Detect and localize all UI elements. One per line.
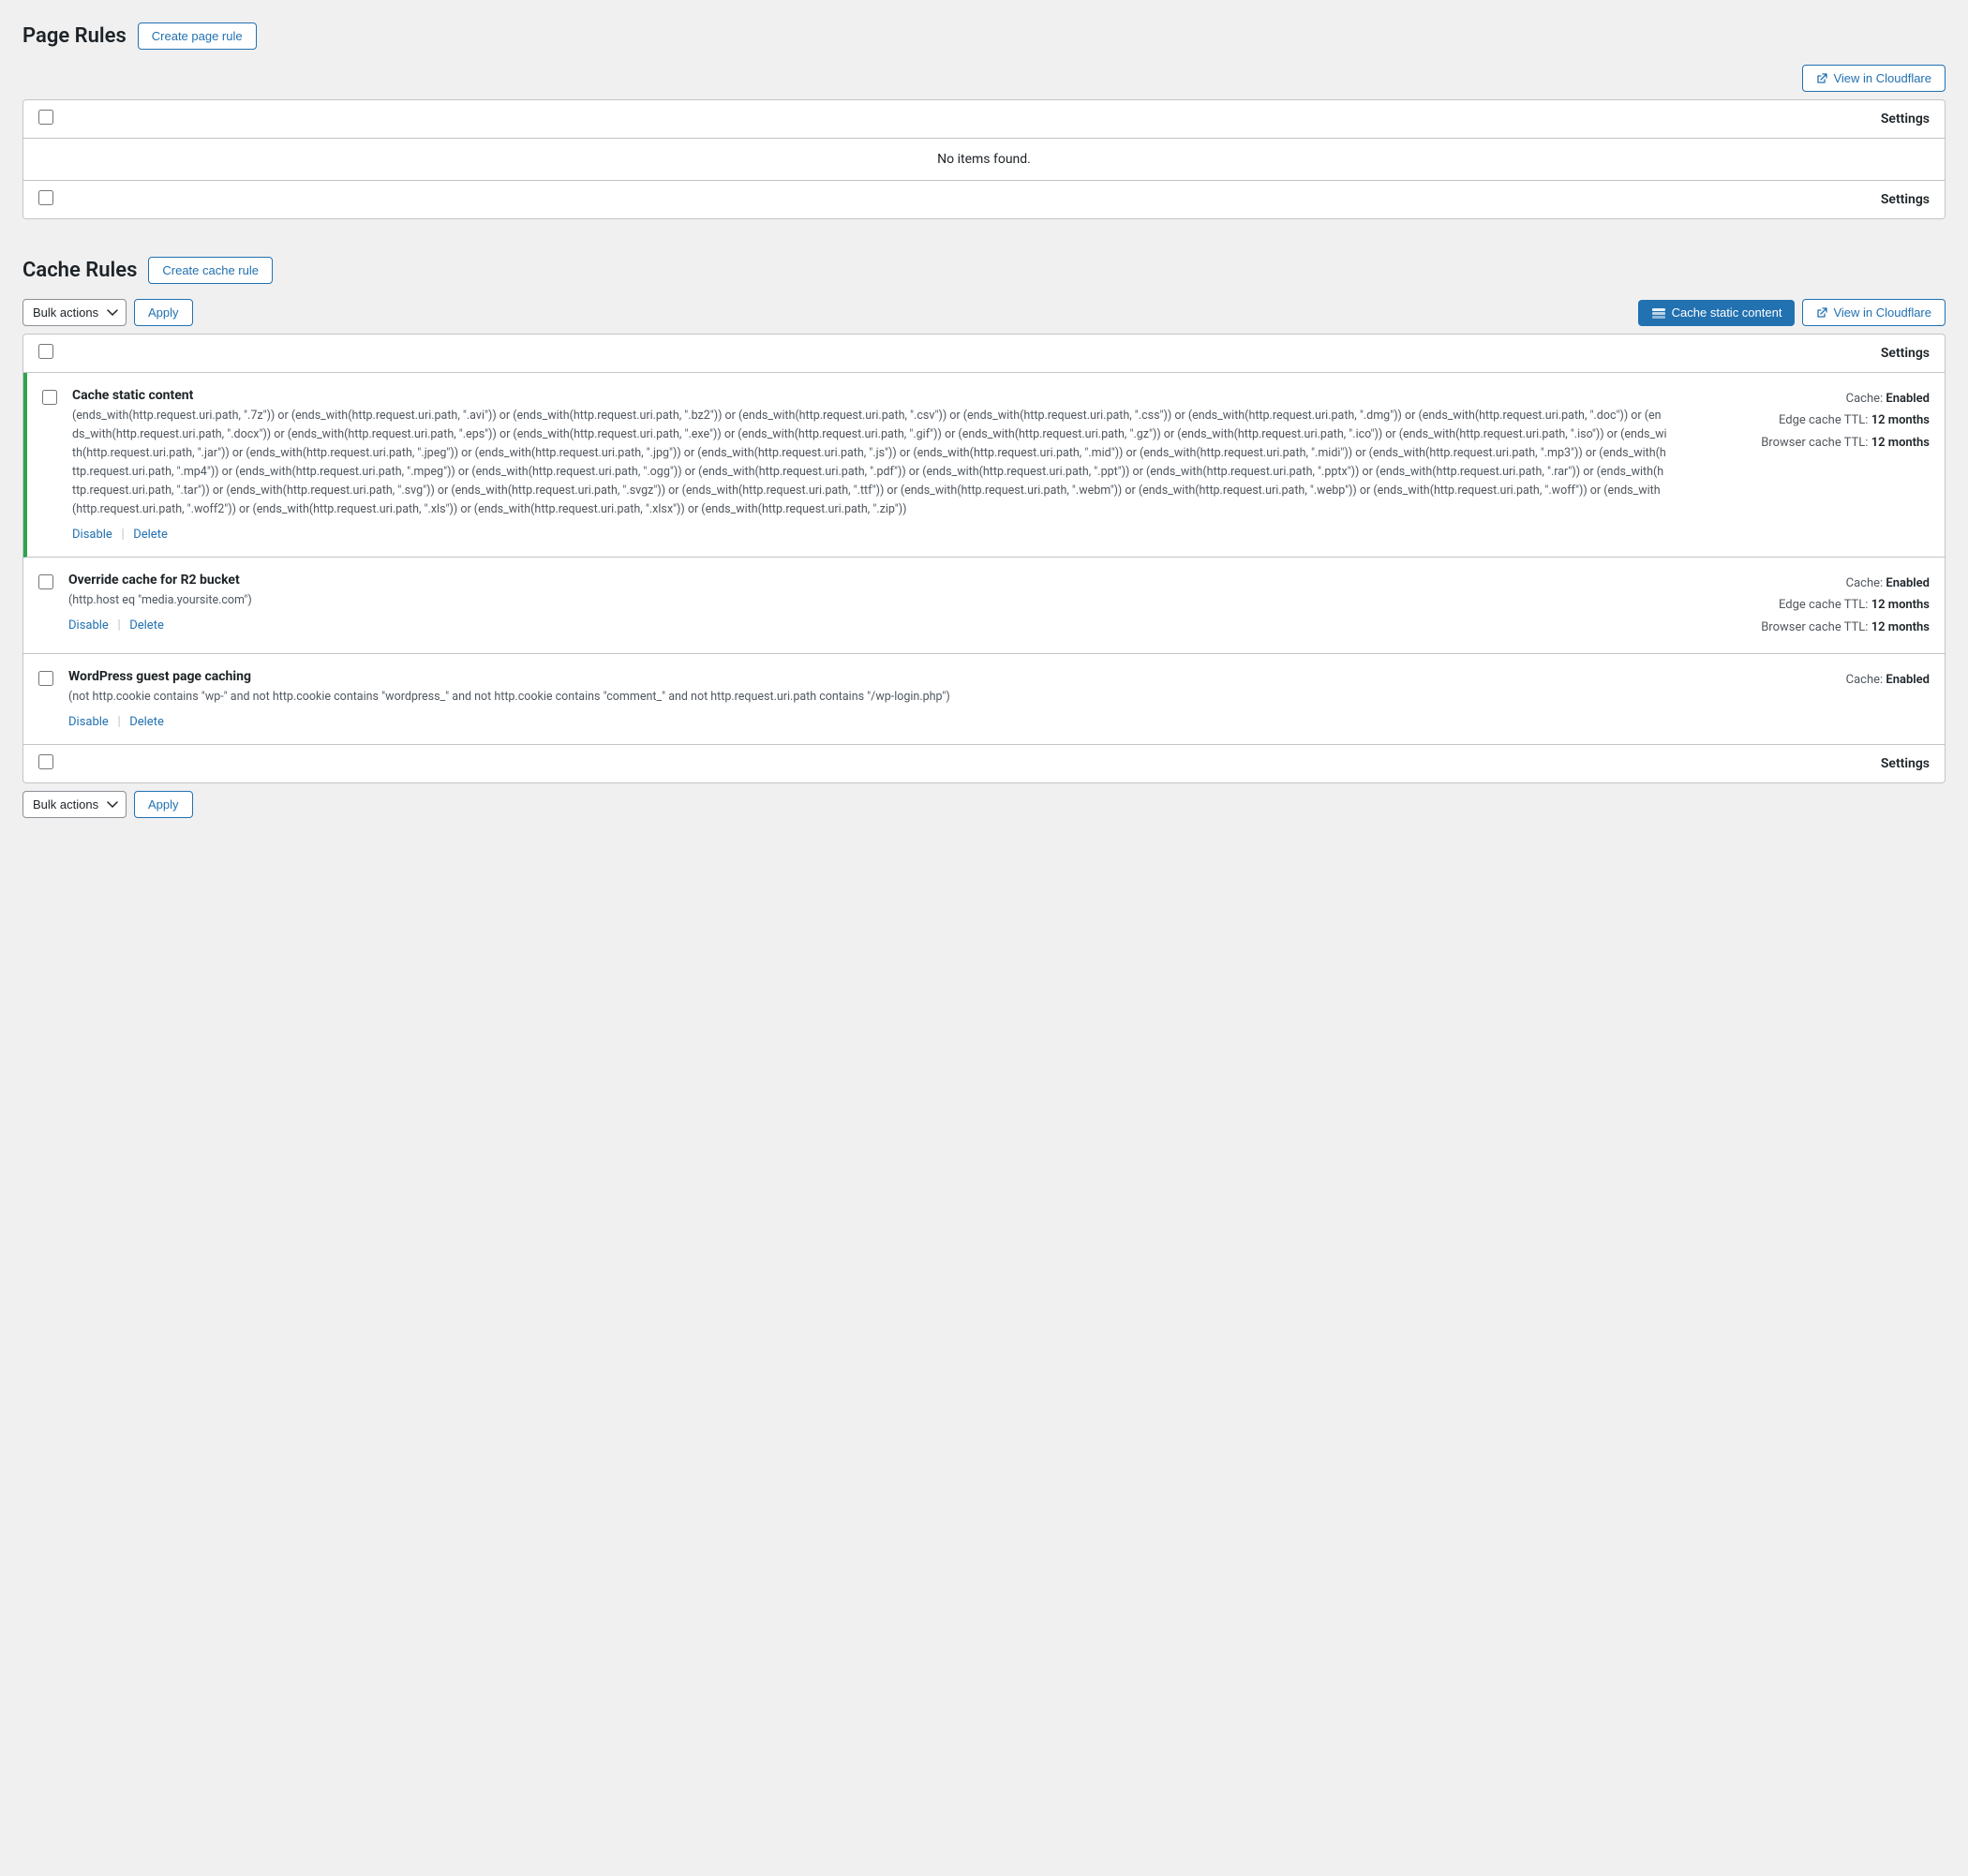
page-rules-table: Settings No items found. Settings [22, 99, 1946, 219]
cache-rules-section: Cache Rules Create cache rule Bulk actio… [22, 257, 1946, 818]
delete-link-2[interactable]: Delete [129, 715, 164, 729]
disable-link-0[interactable]: Disable [72, 528, 112, 542]
cache-rules-select-all-top[interactable] [38, 344, 53, 359]
bulk-actions-select-bottom[interactable]: Bulk actions [22, 791, 127, 818]
cache-rule-meta-2: Cache: Enabled [1667, 669, 1930, 691]
cache-rule-actions-2: Disable | Delete [68, 714, 1667, 729]
delete-link-0[interactable]: Delete [133, 528, 168, 542]
page-rules-settings-footer: Settings [68, 192, 1930, 207]
disable-link-2[interactable]: Disable [68, 715, 109, 729]
disable-link-1[interactable]: Disable [68, 618, 109, 633]
cache-rules-settings-header: Settings [68, 346, 1930, 361]
create-page-rule-button[interactable]: Create page rule [138, 22, 257, 50]
cache-rules-header: Cache Rules Create cache rule [22, 257, 1946, 284]
cache-rules-toolbar-top: Bulk actions Apply Cache static content … [22, 299, 1946, 326]
cache-rules-table: Settings Cache static content (ends_with… [22, 334, 1946, 783]
page-rules-empty-message: No items found. [23, 139, 1945, 181]
cache-rules-settings-footer: Settings [68, 756, 1930, 771]
cache-rule-content-2: WordPress guest page caching (not http.c… [68, 669, 1667, 729]
cache-rule-meta-1: Cache: Enabled Edge cache TTL: 12 months… [1667, 573, 1930, 638]
external-link-icon-cache [1816, 307, 1827, 319]
cache-rule-meta-0: Cache: Enabled Edge cache TTL: 12 months… [1667, 388, 1930, 454]
cache-rule-item-cache-static-content: Cache static content (ends_with(http.req… [23, 373, 1945, 558]
delete-link-1[interactable]: Delete [129, 618, 164, 633]
cache-rule-checkbox-1[interactable] [38, 574, 53, 589]
cache-rules-view-cloudflare-button[interactable]: View in Cloudflare [1802, 299, 1946, 326]
cache-rule-conditions-2: (not http.cookie contains "wp-" and not … [68, 688, 1667, 707]
cache-rule-conditions-1: (http.host eq "media.yoursite.com") [68, 591, 1667, 610]
page-rules-section: Page Rules Create page rule View in Clou… [22, 22, 1946, 219]
create-cache-rule-button[interactable]: Create cache rule [148, 257, 273, 284]
cache-rules-table-header: Settings [23, 335, 1945, 373]
cache-static-content-button[interactable]: Cache static content [1638, 300, 1796, 326]
cache-rule-title-0: Cache static content [72, 388, 1667, 403]
toolbar-left-bottom: Bulk actions Apply [22, 791, 193, 818]
cache-rules-toolbar-bottom: Bulk actions Apply [22, 791, 1946, 818]
cache-rule-title-1: Override cache for R2 bucket [68, 573, 1667, 588]
page-rules-header: Page Rules Create page rule [22, 22, 1946, 50]
page-rules-table-header: Settings [23, 100, 1945, 139]
cache-rule-content-0: Cache static content (ends_with(http.req… [72, 388, 1667, 542]
cache-rule-conditions-0: (ends_with(http.request.uri.path, ".7z")… [72, 407, 1667, 519]
apply-button-bottom[interactable]: Apply [134, 791, 193, 818]
cache-rule-actions-0: Disable | Delete [72, 527, 1667, 542]
cache-rule-item-override-r2: Override cache for R2 bucket (http.host … [23, 558, 1945, 654]
apply-button-top[interactable]: Apply [134, 299, 193, 326]
cache-rule-title-2: WordPress guest page caching [68, 669, 1667, 684]
external-link-icon [1816, 73, 1827, 84]
cache-rule-checkbox-2[interactable] [38, 671, 53, 686]
cache-rule-content-1: Override cache for R2 bucket (http.host … [68, 573, 1667, 633]
page-rules-select-all-top[interactable] [38, 110, 53, 125]
stack-icon [1651, 305, 1666, 320]
page-rules-view-cloudflare-button[interactable]: View in Cloudflare [1802, 65, 1946, 92]
page-rules-title: Page Rules [22, 24, 127, 48]
page-rules-select-all-bottom[interactable] [38, 190, 53, 205]
cache-rules-title: Cache Rules [22, 259, 137, 282]
cache-rules-table-footer: Settings [23, 745, 1945, 782]
page-rules-settings-header: Settings [68, 112, 1930, 127]
toolbar-left-top: Bulk actions Apply [22, 299, 193, 326]
toolbar-right-top: Cache static content View in Cloudflare [1638, 299, 1946, 326]
cache-rule-checkbox-0[interactable] [42, 390, 57, 405]
cache-rule-item-wordpress-guest: WordPress guest page caching (not http.c… [23, 654, 1945, 745]
bulk-actions-select-top[interactable]: Bulk actions [22, 299, 127, 326]
page-rules-table-footer: Settings [23, 181, 1945, 218]
cache-rules-select-all-bottom[interactable] [38, 754, 53, 769]
cache-rule-actions-1: Disable | Delete [68, 618, 1667, 633]
